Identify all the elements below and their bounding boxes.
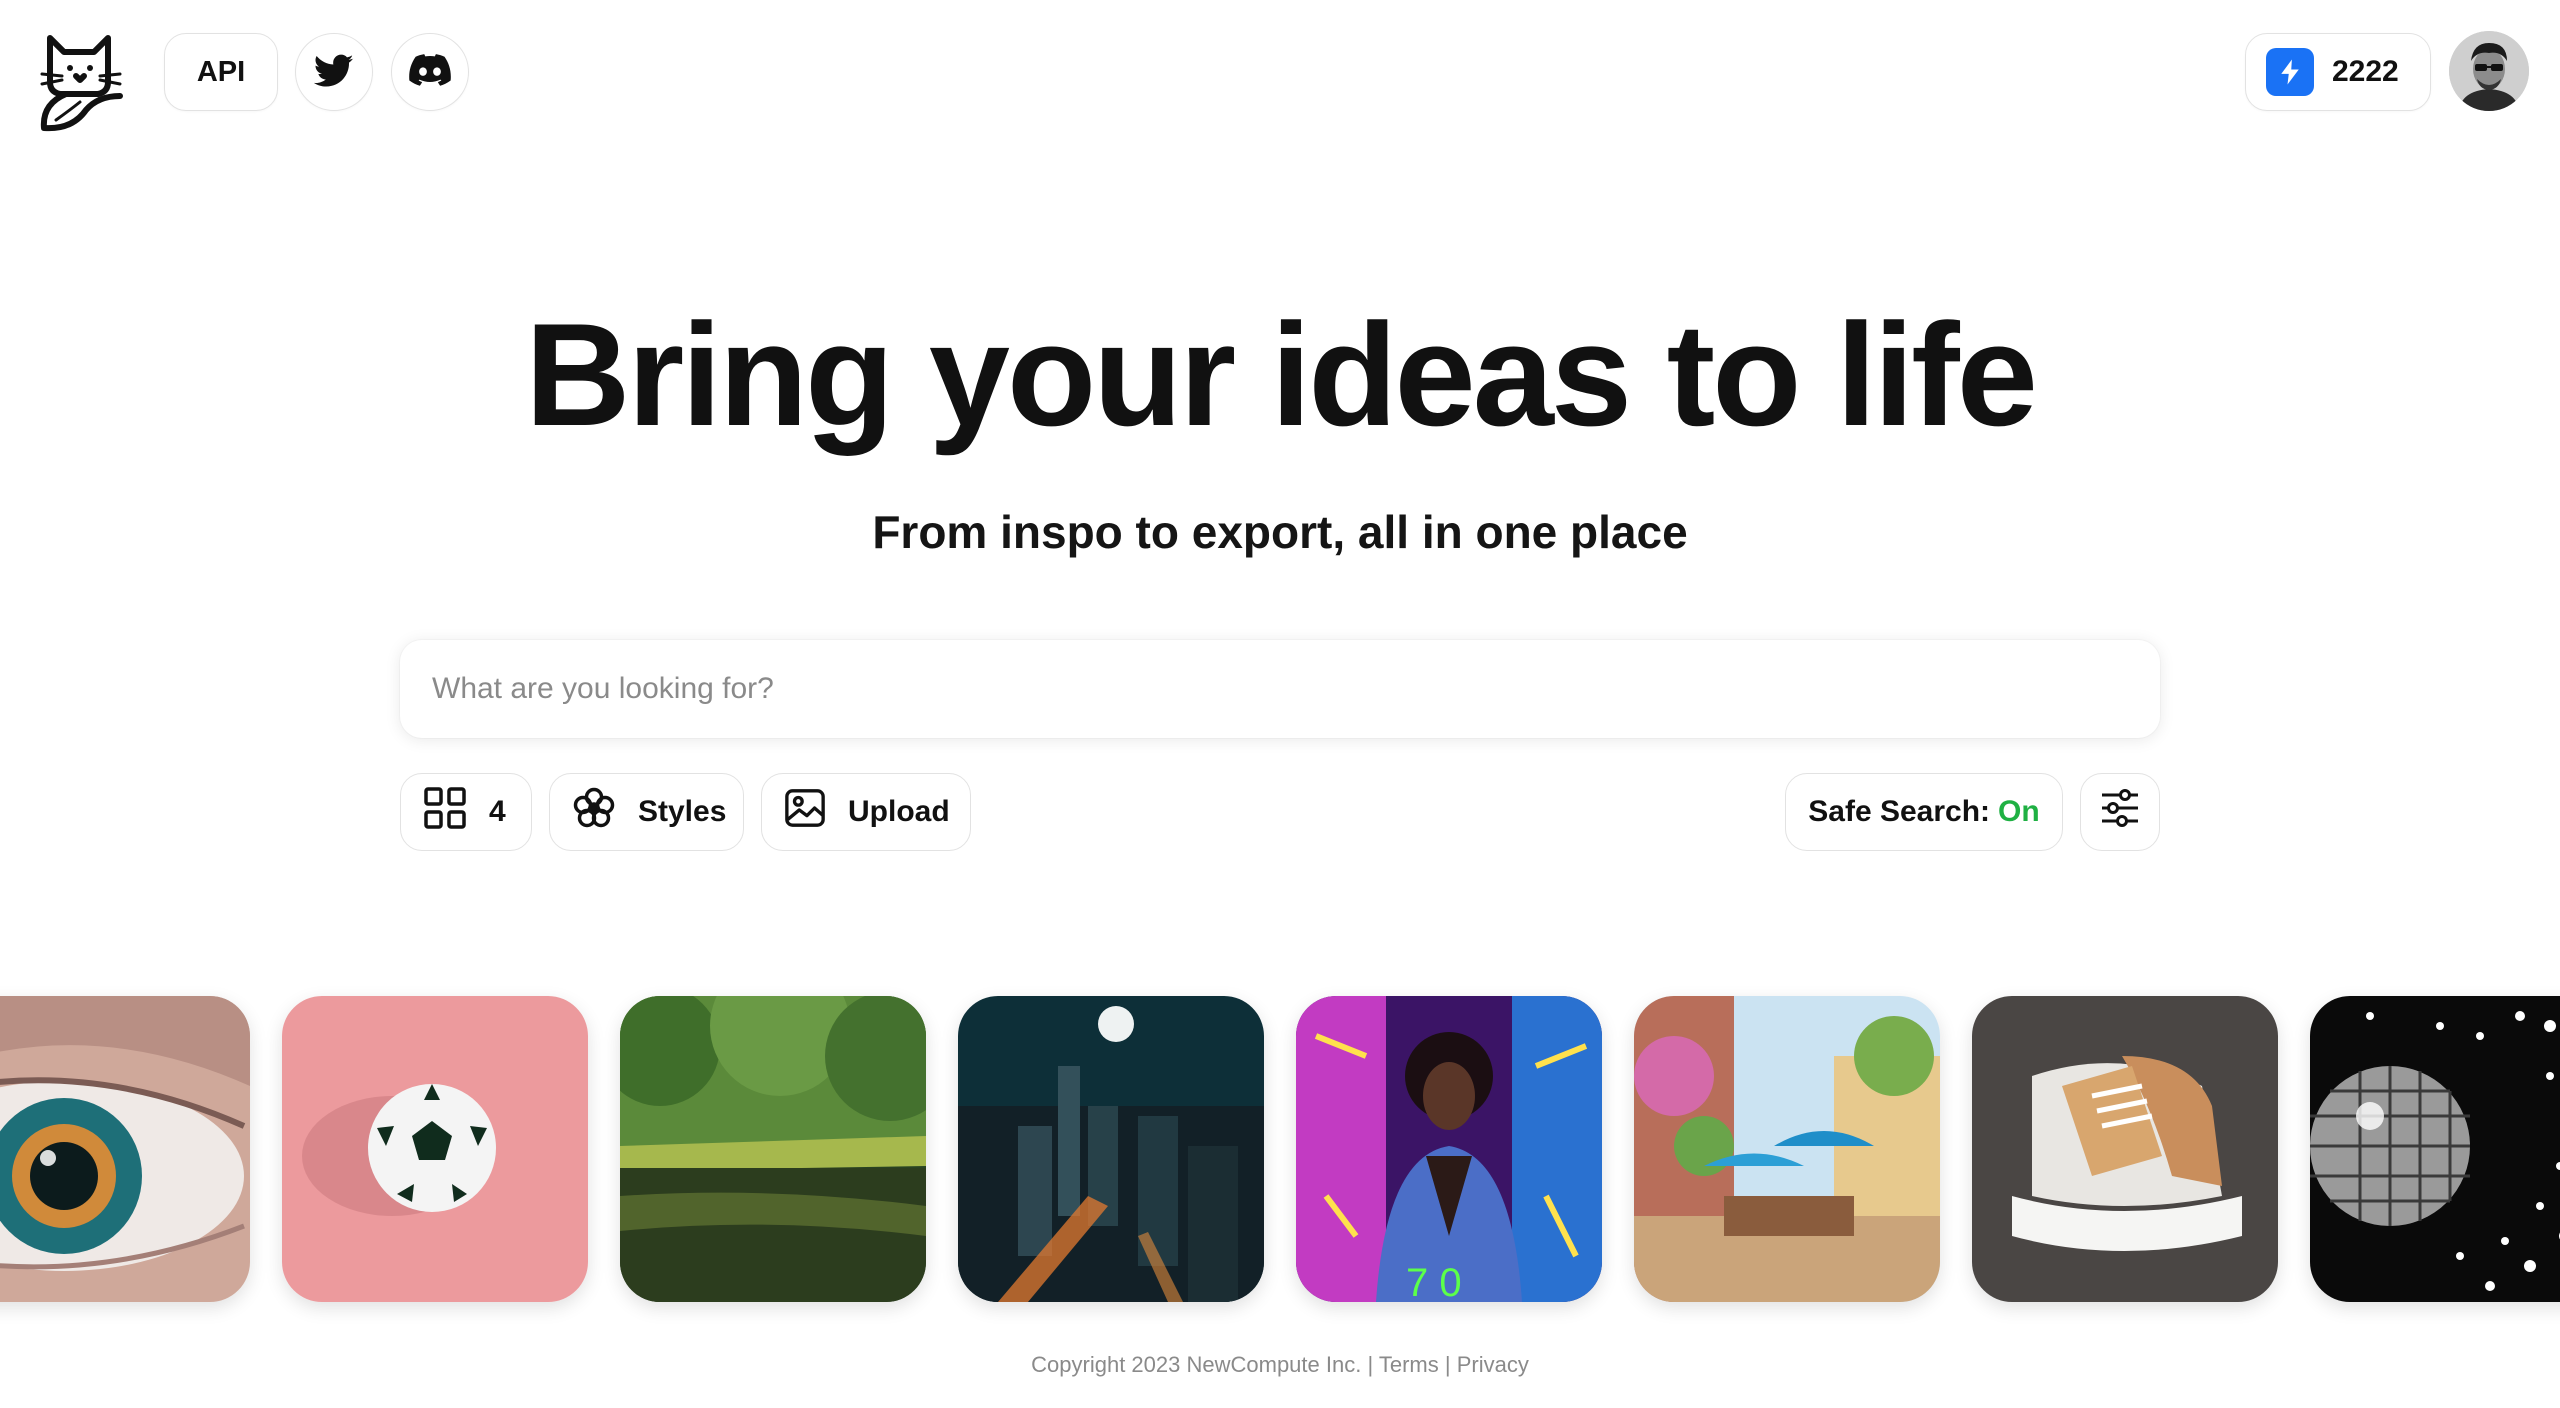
twitter-button[interactable] — [295, 33, 373, 111]
discord-icon — [409, 49, 451, 96]
flower-icon — [572, 786, 616, 838]
api-button-label: API — [196, 55, 246, 88]
svg-text:7 0: 7 0 — [1406, 1261, 1462, 1302]
credits-button[interactable]: 2222 — [2245, 33, 2431, 111]
search-input[interactable] — [400, 640, 2160, 738]
safe-search-value: On — [1998, 795, 2040, 828]
gallery-image-sneaker[interactable] — [1972, 996, 2278, 1302]
gallery-image-city-night[interactable] — [958, 996, 1264, 1302]
gallery-image-street-cafe[interactable] — [1634, 996, 1940, 1302]
page: API 2222 Bring your ideas to life From i — [0, 0, 2560, 1408]
sliders-icon — [2098, 786, 2142, 838]
grid-icon — [423, 786, 467, 838]
credits-count: 2222 — [2332, 55, 2399, 88]
search-box — [400, 640, 2160, 738]
gallery-image-soccer-ball[interactable] — [282, 996, 588, 1302]
twitter-icon — [313, 50, 354, 95]
safe-search-label: Safe Search: — [1808, 795, 1991, 828]
filter-settings-button[interactable] — [2080, 773, 2160, 851]
inspiration-gallery: 7 0 — [0, 996, 2560, 1302]
footer-copyright: Copyright 2023 NewCompute Inc. | Terms |… — [1031, 1352, 1529, 1377]
api-button[interactable]: API — [164, 33, 278, 111]
image-count-button[interactable]: 4 — [400, 773, 532, 851]
discord-button[interactable] — [391, 33, 469, 111]
upload-label: Upload — [848, 795, 950, 828]
gallery-image-neon-person[interactable]: 7 0 — [1296, 996, 1602, 1302]
safe-search-toggle[interactable]: Safe Search: On — [1785, 773, 2063, 851]
image-count-value: 4 — [489, 795, 506, 828]
gallery-image-eye[interactable] — [0, 996, 250, 1302]
upload-button[interactable]: Upload — [761, 773, 971, 851]
image-icon — [784, 787, 826, 837]
styles-label: Styles — [638, 795, 727, 828]
cat-logo-icon[interactable] — [36, 30, 132, 134]
user-avatar[interactable] — [2449, 31, 2529, 111]
hero-title: Bring your ideas to life — [525, 293, 2038, 456]
styles-button[interactable]: Styles — [549, 773, 744, 851]
hero-subtitle: From inspo to export, all in one place — [872, 506, 1688, 558]
lightning-bolt-icon — [2266, 48, 2314, 96]
gallery-image-disco-ball[interactable] — [2310, 996, 2560, 1302]
gallery-image-forest-lake[interactable] — [620, 996, 926, 1302]
